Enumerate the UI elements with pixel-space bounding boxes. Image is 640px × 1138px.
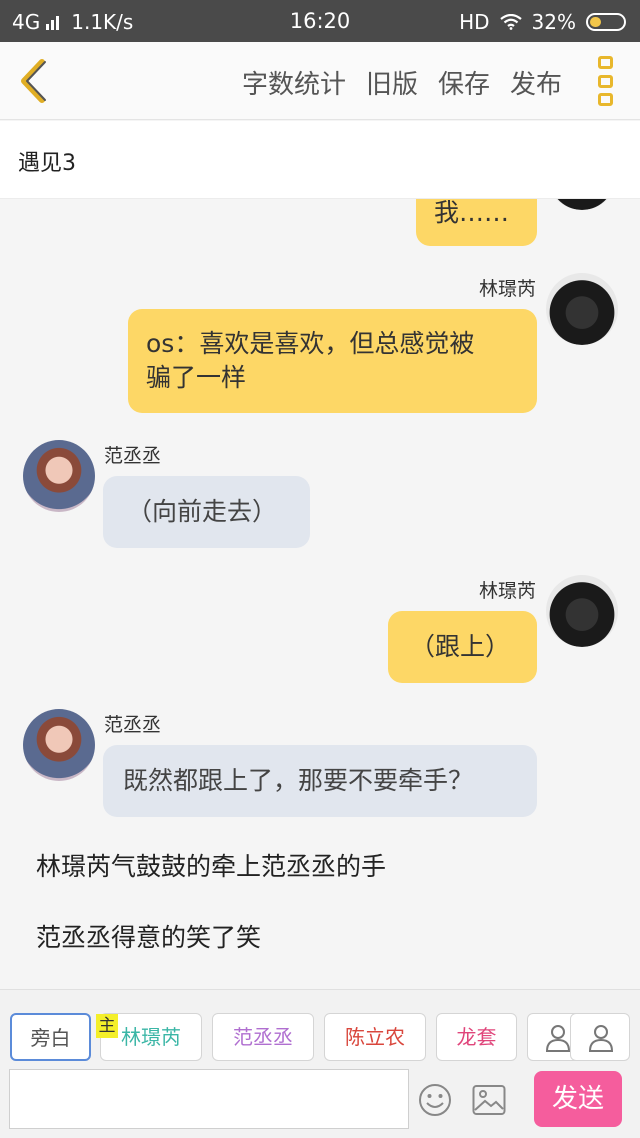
- status-right: HD 32%: [459, 10, 626, 34]
- send-button[interactable]: 发送: [534, 1071, 622, 1127]
- publish-button[interactable]: 发布: [510, 64, 562, 101]
- more-menu-icon[interactable]: [598, 56, 614, 106]
- battery-icon: [586, 13, 626, 31]
- battery-percent: 32%: [531, 10, 576, 34]
- speaker-name: 范丞丞: [104, 445, 162, 467]
- emoji-icon[interactable]: [418, 1083, 452, 1117]
- toolbar-actions: 字数统计 旧版 保存 发布: [242, 64, 562, 101]
- speaker-name: 林璟芮: [478, 580, 536, 602]
- role-fan-button[interactable]: 范丞丞: [212, 1013, 314, 1061]
- message-text: 既然都跟上了，那要不要牵手？: [123, 766, 474, 795]
- message-bubble[interactable]: 我……: [416, 199, 537, 246]
- message-text: 我……: [434, 199, 510, 227]
- role-extra-button[interactable]: 龙套: [436, 1013, 517, 1061]
- chat-area[interactable]: 我…… 林璟芮 os：喜欢是喜欢，但总感觉被 骗了一样 范丞丞 （向前走去） 林…: [0, 199, 640, 989]
- message-bubble[interactable]: 既然都跟上了，那要不要牵手？: [103, 745, 537, 817]
- more-dot: [598, 74, 613, 88]
- more-dot: [598, 93, 613, 106]
- message-text-line: 骗了一样: [146, 363, 247, 392]
- composer-bar: 旁白 林璟芮 主 范丞丞 陈立农 龙套 发送: [0, 989, 640, 1138]
- narration-line[interactable]: 林璟芮气鼓鼓的牵上范丞丞的手: [36, 847, 386, 883]
- avatar-lin[interactable]: [546, 273, 618, 345]
- message-bubble[interactable]: （向前走去）: [103, 476, 310, 548]
- editor-toolbar: 字数统计 旧版 保存 发布: [0, 42, 640, 120]
- message-text: （跟上）: [410, 632, 511, 661]
- narration-line[interactable]: 范丞丞得意的笑了笑: [36, 918, 261, 954]
- role-chen-button[interactable]: 陈立农: [324, 1013, 426, 1061]
- message-text: （向前走去）: [127, 497, 278, 526]
- status-bar: 4G 1.1K/s 16:20 HD 32%: [0, 0, 640, 42]
- message-bubble[interactable]: os：喜欢是喜欢，但总感觉被 骗了一样: [128, 309, 537, 413]
- image-icon[interactable]: [472, 1084, 506, 1116]
- old-version-button[interactable]: 旧版: [366, 64, 418, 101]
- avatar-lin[interactable]: [546, 575, 618, 647]
- message-text-line: os：喜欢是喜欢，但总感觉被: [146, 329, 475, 358]
- speaker-name: 范丞丞: [104, 714, 162, 736]
- back-chevron-icon[interactable]: [14, 56, 54, 106]
- word-count-button[interactable]: 字数统计: [242, 64, 346, 101]
- message-bubble[interactable]: （跟上）: [388, 611, 537, 683]
- avatar-fan[interactable]: [23, 709, 95, 781]
- save-button[interactable]: 保存: [438, 64, 490, 101]
- avatar-lin[interactable]: [546, 199, 618, 210]
- main-character-badge: 主: [96, 1014, 118, 1038]
- message-input[interactable]: [9, 1069, 409, 1129]
- hd-indicator: HD: [459, 10, 490, 34]
- speaker-name: 林璟芮: [478, 278, 536, 300]
- manage-roles-button[interactable]: [570, 1013, 630, 1061]
- role-narrator-button[interactable]: 旁白: [10, 1013, 91, 1061]
- person-icon: [589, 1025, 613, 1052]
- person-icon: [546, 1025, 570, 1052]
- chapter-title[interactable]: 遇见3: [0, 121, 640, 199]
- avatar-fan[interactable]: [23, 440, 95, 512]
- more-dot: [598, 56, 613, 69]
- wifi-icon: [499, 14, 522, 30]
